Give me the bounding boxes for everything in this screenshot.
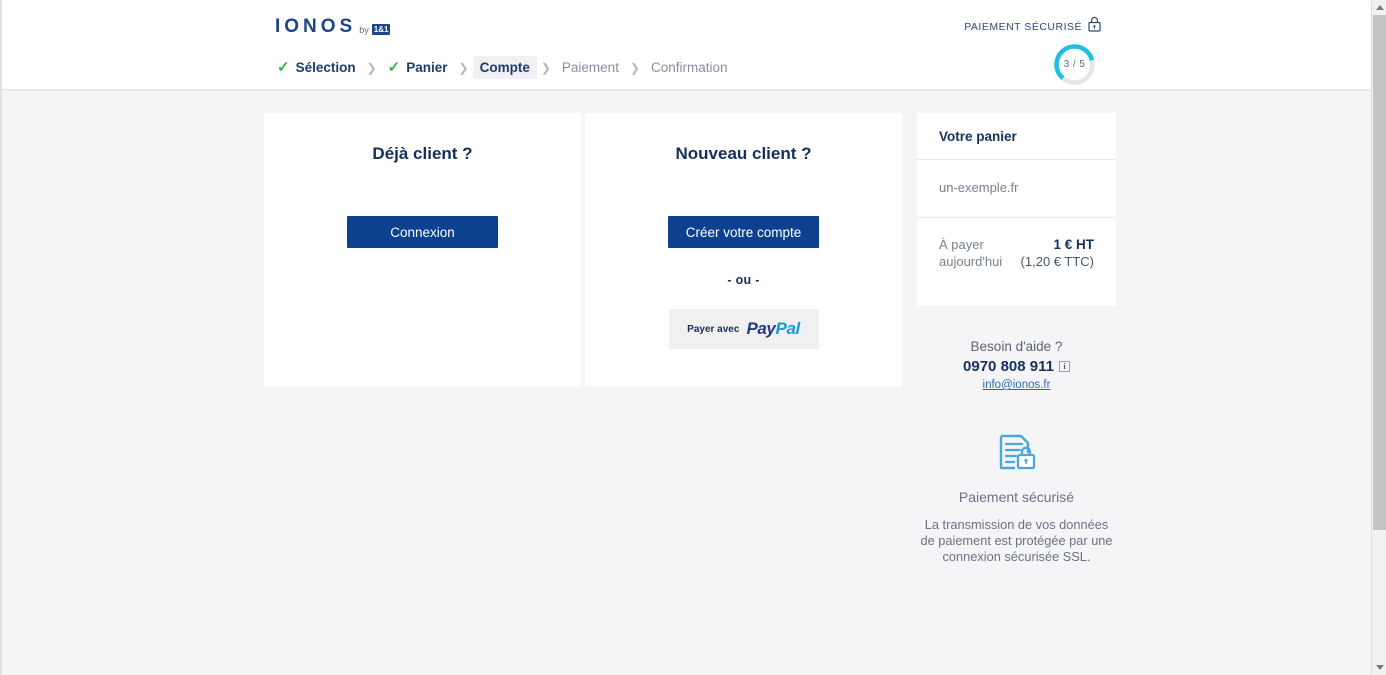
cart-total-ht: 1 € HT (1053, 237, 1094, 252)
logo-by-text: by (359, 25, 369, 35)
breadcrumb-separator-icon: ❯ (629, 60, 641, 75)
browser-viewport: IONOS by 1&1 PAIEMENT SÉCURISÉ ✓ Sélecti… (0, 0, 1371, 675)
breadcrumb-label: Paiement (561, 60, 619, 75)
cart-item-domain: un-exemple.fr (917, 160, 1116, 218)
ionos-logo[interactable]: IONOS by 1&1 (275, 16, 391, 38)
breadcrumb-step-selection[interactable]: ✓ Sélection (270, 56, 363, 79)
logo-wordmark: IONOS (275, 16, 357, 37)
new-customer-card: Nouveau client ? Créer votre compte - ou… (585, 113, 902, 387)
breadcrumb-label: Compte (479, 60, 530, 75)
lock-icon (1088, 16, 1101, 37)
help-email-link[interactable]: info@ionos.fr (983, 379, 1051, 391)
login-button[interactable]: Connexion (347, 216, 498, 248)
scrollbar-thumb[interactable] (1373, 15, 1386, 530)
breadcrumb-separator-icon: ❯ (540, 60, 551, 75)
breadcrumb-step-confirmation[interactable]: Confirmation (644, 56, 735, 79)
scroll-up-arrow-icon[interactable] (1372, 0, 1386, 15)
existing-customer-card: Déjà client ? Connexion (264, 113, 581, 387)
ssl-description: La transmission de vos données de paieme… (920, 517, 1113, 564)
paypal-logo: PayPal (746, 319, 801, 339)
create-account-button[interactable]: Créer votre compte (668, 216, 819, 248)
secure-payment-text: PAIEMENT SÉCURISÉ (964, 20, 1082, 33)
breadcrumb-step-panier[interactable]: ✓ Panier (381, 56, 455, 79)
breadcrumb-step-paiement[interactable]: Paiement (555, 56, 626, 79)
help-title: Besoin d'aide ? (970, 339, 1063, 354)
breadcrumb-separator-icon: ❯ (366, 60, 377, 75)
ssl-title: Paiement sécurisé (958, 489, 1075, 505)
breadcrumb-label: Panier (406, 60, 448, 75)
help-phone-row: 0970 808 911 i (917, 358, 1116, 375)
breadcrumb-step-compte[interactable]: Compte (472, 56, 537, 79)
page-header: IONOS by 1&1 PAIEMENT SÉCURISÉ ✓ Sélecti… (2, 0, 1371, 89)
breadcrumb: ✓ Sélection ❯ ✓ Panier ❯ Compte ❯ Paieme… (270, 56, 735, 79)
secure-payment-label: PAIEMENT SÉCURISÉ (964, 16, 1101, 37)
paypal-prefix-label: Payer avec (687, 323, 740, 335)
page-content: Déjà client ? Connexion Nouveau client ?… (2, 89, 1371, 675)
logo-1and1-badge: 1&1 (371, 23, 391, 35)
new-customer-title: Nouveau client ? (675, 144, 812, 163)
cart-summary: Votre panier un-exemple.fr À payer aujou… (917, 113, 1116, 306)
breadcrumb-label: Sélection (295, 60, 356, 75)
check-icon: ✓ (387, 59, 401, 76)
cart-total-row: À payer aujourd'hui 1 € HT (1,20 € TTC) (917, 218, 1116, 306)
document-lock-icon (917, 431, 1116, 473)
check-icon: ✓ (277, 59, 290, 76)
breadcrumb-label: Confirmation (651, 60, 728, 75)
vertical-scrollbar[interactable] (1371, 0, 1386, 675)
or-divider: - ou - (727, 273, 760, 287)
progress-ring-label: 3 / 5 (1063, 59, 1086, 70)
breadcrumb-separator-icon: ❯ (458, 60, 469, 75)
checkout-progress-ring: 3 / 5 (1051, 41, 1098, 88)
cart-total-label-line2: aujourd'hui (939, 254, 1003, 269)
account-choice-panels: Déjà client ? Connexion Nouveau client ?… (264, 113, 902, 387)
cart-total-label: À payer aujourd'hui (939, 236, 1002, 270)
help-section: Besoin d'aide ? 0970 808 911 i info@iono… (917, 339, 1116, 393)
existing-customer-title: Déjà client ? (372, 144, 473, 163)
cart-total-values: 1 € HT (1,20 € TTC) (1021, 236, 1094, 270)
cart-total-label-line1: À payer (939, 237, 984, 252)
paypal-logo-pal: Pal (775, 319, 801, 338)
help-phone-number: 0970 808 911 (963, 358, 1054, 375)
sidebar: Votre panier un-exemple.fr À payer aujou… (917, 113, 1116, 565)
paypal-button[interactable]: Payer avec PayPal (668, 309, 819, 349)
cart-title: Votre panier (917, 113, 1116, 160)
ssl-section: Paiement sécurisé La transmission de vos… (917, 431, 1116, 565)
scroll-down-arrow-icon[interactable] (1372, 660, 1386, 675)
cart-total-ttc: (1,20 € TTC) (1020, 254, 1094, 269)
paypal-logo-pay: Pay (746, 319, 776, 338)
info-icon[interactable]: i (1058, 361, 1070, 372)
